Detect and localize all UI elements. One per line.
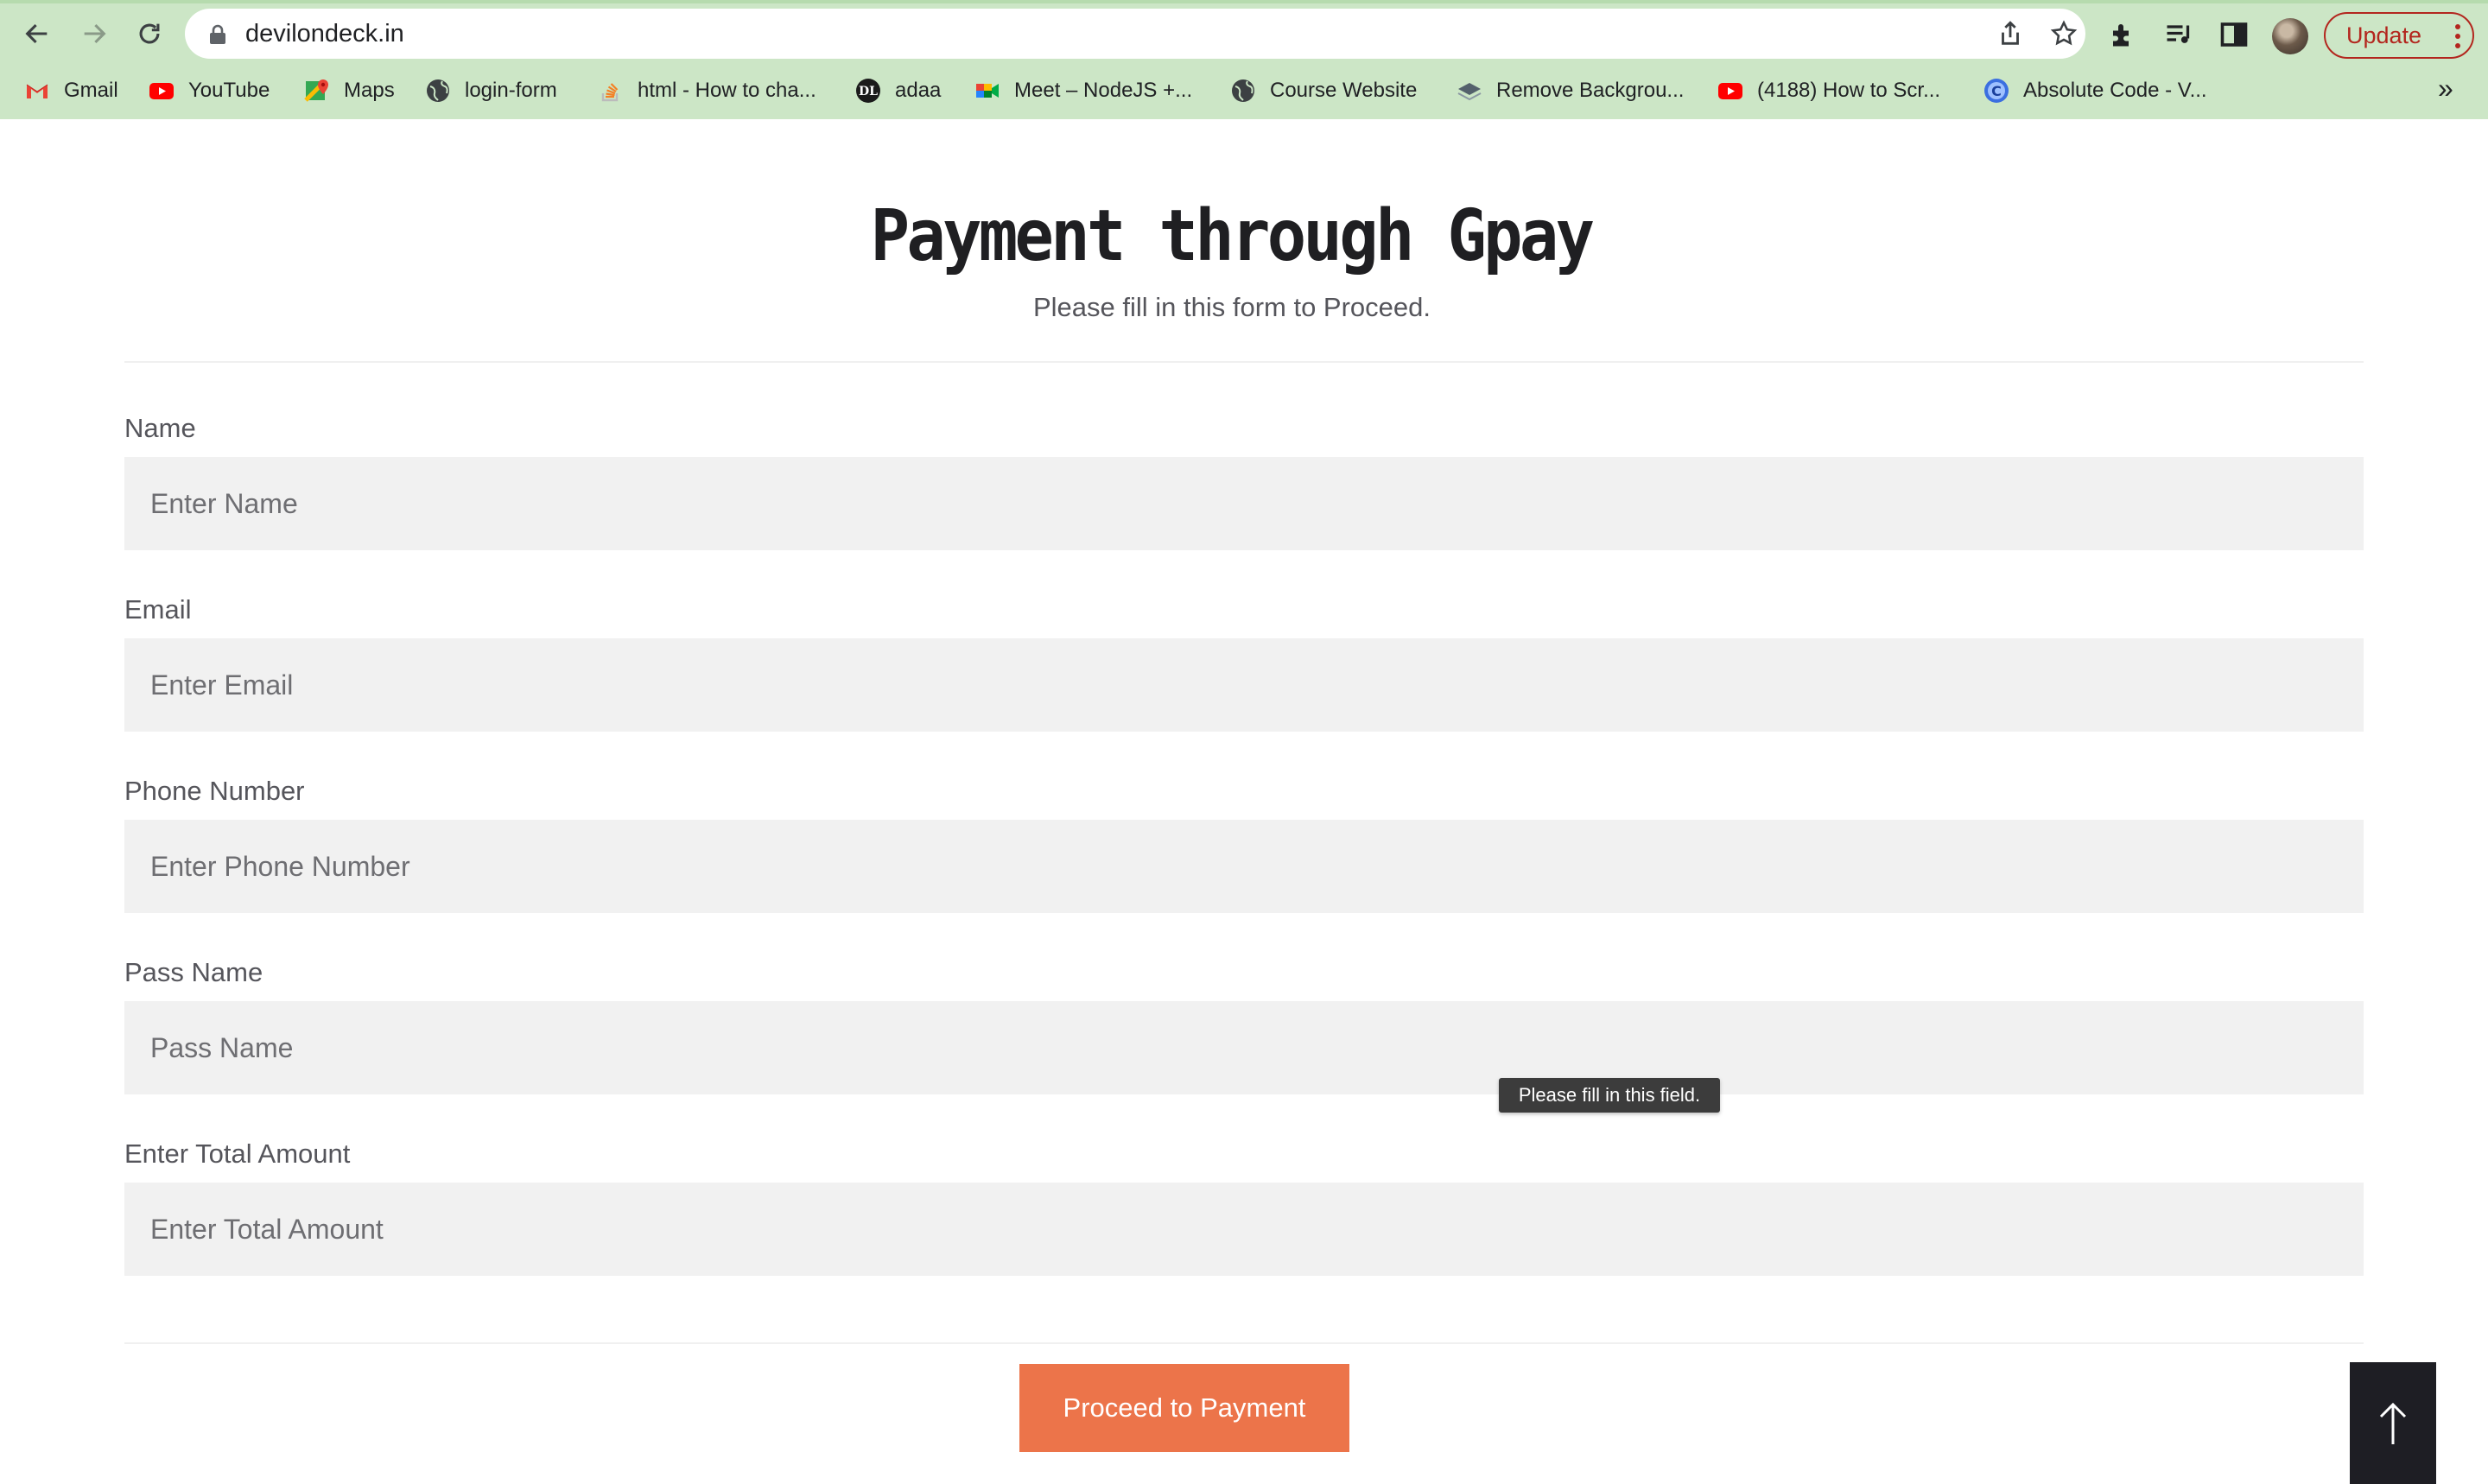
bookmark-login-form[interactable]: login-form xyxy=(425,66,557,116)
svg-text:C: C xyxy=(1991,83,2002,99)
stackoverflow-icon xyxy=(601,83,619,102)
name-label: Name xyxy=(124,413,196,443)
validation-tooltip: Please fill in this field. xyxy=(1499,1078,1720,1113)
globe-icon xyxy=(1232,79,1254,102)
arrow-right-icon xyxy=(84,23,106,44)
email-input[interactable] xyxy=(124,638,2364,732)
phone-number-label: Phone Number xyxy=(124,776,305,806)
share-icon[interactable] xyxy=(1996,19,2025,48)
url-text: devilondeck.in xyxy=(245,20,404,48)
reload-icon xyxy=(139,23,160,44)
bookmark-label: Meet – NodeJS +... xyxy=(1014,79,1193,102)
bookmark-star-icon[interactable] xyxy=(2049,19,2079,48)
bookmark-label: Course Website xyxy=(1270,79,1418,102)
meet-icon xyxy=(976,84,999,98)
browser-toolbar: devilondeck.in Update xyxy=(0,3,2488,62)
browser-chrome: devilondeck.in Update Gmail YouTube Maps… xyxy=(0,0,2488,119)
bookmark-html-how-to[interactable]: html - How to cha... xyxy=(598,66,816,116)
bookmark-how-to-scroll[interactable]: (4188) How to Scr... xyxy=(1717,66,1940,116)
bookmark-label: Remove Backgrou... xyxy=(1496,79,1685,102)
bookmark-label: adaa xyxy=(895,79,942,102)
bookmark-label: Absolute Code - V... xyxy=(2023,79,2207,102)
youtube-icon xyxy=(149,83,174,99)
bookmark-label: html - How to cha... xyxy=(638,79,816,102)
bookmarks-bar: Gmail YouTube Maps login-form html - How… xyxy=(0,66,2488,116)
globe-icon xyxy=(427,79,449,102)
address-bar[interactable]: devilondeck.in xyxy=(185,9,2085,59)
divider-top xyxy=(124,361,2364,363)
remove-bg-icon xyxy=(1457,83,1482,101)
divider-bottom xyxy=(124,1342,2364,1344)
extensions-puzzle-icon[interactable] xyxy=(2108,19,2139,50)
svg-text:DL: DL xyxy=(859,85,878,98)
gmail-icon xyxy=(26,84,48,98)
bookmark-label: Maps xyxy=(344,79,395,102)
phone-number-input[interactable] xyxy=(124,820,2364,913)
bookmark-label: YouTube xyxy=(188,79,270,102)
kebab-menu-icon xyxy=(2455,24,2460,48)
reading-list-icon[interactable] xyxy=(2163,19,2194,50)
bookmark-remove-background[interactable]: Remove Backgrou... xyxy=(1457,66,1684,116)
bookmark-course-website[interactable]: Course Website xyxy=(1230,66,1417,116)
bookmark-label: (4188) How to Scr... xyxy=(1757,79,1941,102)
total-amount-label: Enter Total Amount xyxy=(124,1138,351,1169)
page-title: Payment through Gpay xyxy=(870,195,1595,277)
profile-avatar[interactable] xyxy=(2272,18,2308,54)
bookmark-absolute-code[interactable]: C Absolute Code - V... xyxy=(1983,66,2207,116)
proceed-to-payment-button[interactable]: Proceed to Payment xyxy=(1019,1364,1349,1452)
bookmark-label: Gmail xyxy=(64,79,118,102)
bookmark-meet-nodejs[interactable]: Meet – NodeJS +... xyxy=(974,66,1192,116)
bookmark-gmail[interactable]: Gmail xyxy=(24,66,118,116)
scroll-to-top-button[interactable] xyxy=(2350,1362,2436,1484)
email-label: Email xyxy=(124,594,192,625)
side-panel-icon[interactable] xyxy=(2218,19,2250,50)
page-subtitle: Please fill in this form to Proceed. xyxy=(1032,292,1431,322)
forward-button[interactable] xyxy=(73,12,116,55)
bookmark-label: login-form xyxy=(465,79,557,102)
dl-logo-icon: DL xyxy=(856,79,880,103)
more-bookmarks-chevron-icon[interactable]: » xyxy=(2438,73,2453,105)
update-label: Update xyxy=(2346,22,2422,48)
back-button[interactable] xyxy=(16,12,59,55)
bookmark-maps[interactable]: Maps xyxy=(304,66,395,116)
maps-icon xyxy=(304,79,328,102)
name-input[interactable] xyxy=(124,457,2364,550)
arrow-left-icon xyxy=(25,23,48,44)
bookmark-youtube[interactable]: YouTube xyxy=(149,66,270,116)
youtube-icon xyxy=(1718,83,1742,99)
update-button[interactable]: Update xyxy=(2324,12,2474,59)
bookmark-adaa[interactable]: DL adaa xyxy=(855,66,941,116)
lock-icon xyxy=(210,24,225,44)
pass-name-label: Pass Name xyxy=(124,957,263,987)
arrow-up-icon xyxy=(2379,1402,2407,1444)
reload-button[interactable] xyxy=(128,12,171,55)
total-amount-input[interactable] xyxy=(124,1183,2364,1276)
absolute-code-icon: C xyxy=(1984,79,2009,103)
pass-name-input[interactable] xyxy=(124,1001,2364,1094)
